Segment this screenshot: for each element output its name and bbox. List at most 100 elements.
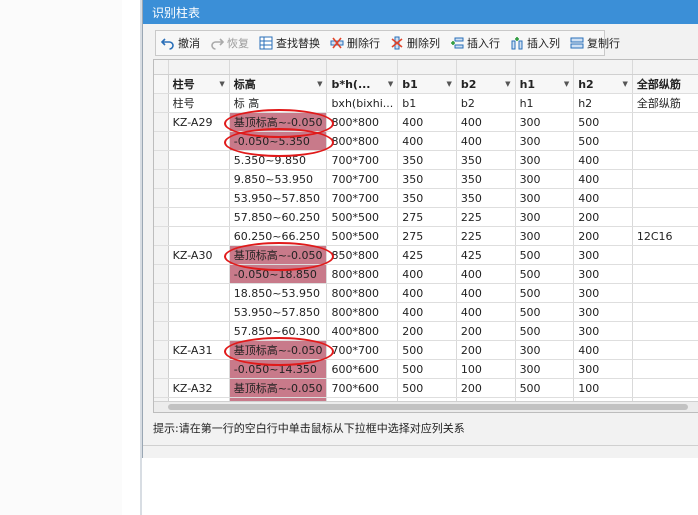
row-header[interactable] [154,302,169,322]
table-cell[interactable]: 400 [456,112,516,132]
table-cell[interactable]: 800*800 [326,264,399,284]
table-cell[interactable]: 350 [456,188,516,208]
table-cell[interactable]: 400 [456,264,516,284]
blank-cell[interactable] [397,60,457,75]
table-cell[interactable]: 400 [456,131,516,151]
table-cell[interactable]: 200 [456,340,516,360]
table-cell[interactable]: 400 [573,188,633,208]
undo-button[interactable]: 撤消 [156,32,205,54]
table-cell[interactable]: 500 [515,321,575,341]
row-header[interactable] [154,321,169,341]
table-cell[interactable] [632,207,698,227]
row-header[interactable] [154,245,169,265]
table-cell[interactable]: 500 [397,378,457,398]
table-cell[interactable]: -0.050~18.850 [229,264,328,284]
table-cell[interactable]: 300 [515,112,575,132]
table-cell[interactable]: 基顶标高~-0.050 [229,245,328,265]
table-cell[interactable]: 400 [397,131,457,151]
table-cell[interactable]: 400 [397,302,457,322]
table-cell[interactable]: 350 [456,150,516,170]
table-cell[interactable]: 200 [397,321,457,341]
table-cell[interactable]: 800*800 [326,283,399,303]
table-cell[interactable] [632,321,698,341]
table-cell[interactable]: 500 [515,283,575,303]
table-cell[interactable]: 800*800 [326,302,399,322]
table-cell[interactable]: KZ-A32 [168,378,230,398]
table-cell[interactable]: 350 [397,169,457,189]
table-cell[interactable] [168,264,230,284]
table-cell[interactable] [168,226,230,246]
table-cell[interactable]: 400*800 [326,321,399,341]
table-cell[interactable]: 500 [515,302,575,322]
table-cell[interactable]: 400 [573,169,633,189]
table-cell[interactable]: 9.850~53.950 [229,169,328,189]
column-mapping-dropdown[interactable]: b*h(... ▼ [326,74,399,94]
table-cell[interactable]: 全部纵筋 [632,93,698,113]
table-cell[interactable]: 300 [573,245,633,265]
table-cell[interactable] [632,340,698,360]
table-cell[interactable]: 300 [573,302,633,322]
chevron-down-icon[interactable]: ▼ [219,80,224,88]
table-cell[interactable]: 500 [397,340,457,360]
table-cell[interactable]: -0.050~5.350 [229,131,328,151]
table-cell[interactable]: 300 [515,207,575,227]
chevron-down-icon[interactable]: ▼ [388,80,393,88]
table-cell[interactable]: 500 [515,264,575,284]
table-cell[interactable] [632,131,698,151]
row-header[interactable] [154,226,169,246]
table-cell[interactable]: h1 [515,93,575,113]
find-replace-button[interactable]: 查找替换 [254,32,325,54]
table-cell[interactable] [632,245,698,265]
table-cell[interactable] [168,321,230,341]
table-cell[interactable]: 300 [515,359,575,379]
table-cell[interactable]: 300 [515,188,575,208]
table-cell[interactable]: -0.050~14.350 [229,359,328,379]
table-cell[interactable]: h2 [573,93,633,113]
table-cell[interactable]: 57.850~60.300 [229,321,328,341]
table-cell[interactable]: 400 [397,264,457,284]
row-header[interactable] [154,207,169,227]
blank-cell[interactable] [573,60,633,75]
table-cell[interactable]: 500 [573,131,633,151]
chevron-down-icon[interactable]: ▼ [505,80,510,88]
table-cell[interactable] [168,207,230,227]
table-cell[interactable]: 53.950~57.850 [229,188,328,208]
copy-row-button[interactable]: 复制行 [565,32,625,54]
table-cell[interactable] [632,378,698,398]
column-mapping-dropdown[interactable]: b1 ▼ [397,74,457,94]
table-cell[interactable]: 53.950~57.850 [229,302,328,322]
column-mapping-dropdown[interactable]: 全部纵筋▼ [632,74,698,94]
table-cell[interactable] [168,359,230,379]
table-cell[interactable]: 300 [515,340,575,360]
table-cell[interactable]: 500 [573,112,633,132]
table-cell[interactable]: 500*500 [326,207,399,227]
dialog-titlebar[interactable]: 识别柱表 [143,0,698,24]
table-cell[interactable]: 400 [573,150,633,170]
blank-cell[interactable] [632,60,698,75]
column-table-grid[interactable]: 柱号▼标高▼b*h(...▼b1▼b2▼h1▼h2▼全部纵筋▼柱号标 高bxh(… [153,59,698,413]
table-cell[interactable]: 5.350~9.850 [229,150,328,170]
row-header[interactable] [154,131,169,151]
table-cell[interactable]: 100 [456,359,516,379]
table-cell[interactable] [632,169,698,189]
table-cell[interactable]: 600*600 [326,359,399,379]
table-cell[interactable]: 500 [515,245,575,265]
delete-column-button[interactable]: 删除列 [385,32,445,54]
row-header[interactable] [154,169,169,189]
table-cell[interactable]: 300 [573,264,633,284]
horizontal-scrollbar[interactable] [154,401,698,412]
blank-cell[interactable] [229,60,328,75]
table-cell[interactable]: 400 [573,340,633,360]
table-cell[interactable]: 标 高 [229,93,328,113]
table-cell[interactable]: 225 [456,226,516,246]
row-header[interactable] [154,188,169,208]
column-mapping-dropdown[interactable]: h1 ▼ [515,74,575,94]
table-cell[interactable]: 基顶标高~-0.050 [229,112,328,132]
table-cell[interactable] [632,359,698,379]
scrollbar-thumb[interactable] [168,404,688,410]
insert-column-button[interactable]: 插入列 [505,32,565,54]
table-cell[interactable]: 400 [397,283,457,303]
table-cell[interactable]: bxh(bixhi... [326,93,399,113]
row-header[interactable] [154,359,169,379]
table-cell[interactable]: 60.250~66.250 [229,226,328,246]
